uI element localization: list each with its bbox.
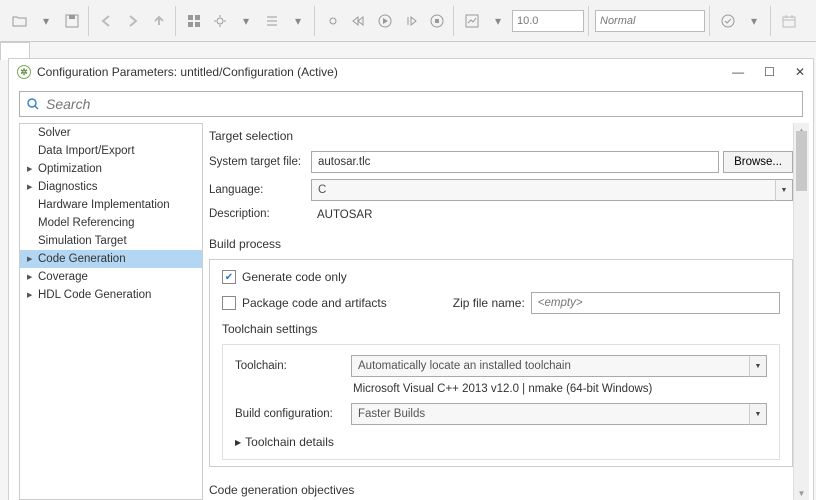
folder-open-icon[interactable]: [8, 9, 32, 33]
up-icon[interactable]: [147, 9, 171, 33]
vertical-scrollbar[interactable]: ▲ ▼: [793, 123, 809, 500]
gear-icon[interactable]: [208, 9, 232, 33]
zip-file-input[interactable]: [531, 292, 780, 314]
dropdown-caret-icon[interactable]: ▾: [486, 9, 510, 33]
nav-diagnostics[interactable]: Diagnostics: [20, 178, 202, 196]
search-box[interactable]: [19, 91, 803, 117]
toolchain-details-toggle[interactable]: ▶ Toolchain details: [235, 435, 767, 449]
stop-time-field[interactable]: 10.0: [512, 10, 584, 32]
chevron-down-icon[interactable]: ▼: [749, 355, 767, 377]
chevron-down-icon[interactable]: ▼: [775, 179, 793, 201]
nav-tree: Solver Data Import/Export Optimization D…: [19, 123, 203, 500]
chart-icon[interactable]: [460, 9, 484, 33]
build-config-select[interactable]: [351, 403, 767, 425]
codegen-objectives-heading: Code generation objectives: [209, 483, 793, 497]
nav-hdl-code-generation[interactable]: HDL Code Generation: [20, 286, 202, 304]
nav-simulation-target[interactable]: Simulation Target: [20, 232, 202, 250]
package-code-checkbox[interactable]: [222, 296, 236, 310]
main-toolbar: ▾ ▾ ▾ ▾ 10.0 Normal ▾: [0, 0, 816, 42]
nav-coverage[interactable]: Coverage: [20, 268, 202, 286]
system-target-input[interactable]: [311, 151, 719, 173]
back-icon[interactable]: [95, 9, 119, 33]
link-icon[interactable]: [321, 9, 345, 33]
play-icon[interactable]: [373, 9, 397, 33]
description-label: Description:: [209, 208, 311, 220]
gear-circle-icon: ✲: [17, 65, 31, 79]
toolchain-settings-box: Toolchain: ▼ Microsoft Visual C++ 2013 v…: [222, 344, 780, 460]
language-select[interactable]: [311, 179, 793, 201]
nav-model-referencing[interactable]: Model Referencing: [20, 214, 202, 232]
save-icon[interactable]: [60, 9, 84, 33]
titlebar: ✲ Configuration Parameters: untitled/Con…: [9, 59, 813, 85]
minimize-button[interactable]: —: [732, 65, 744, 79]
config-panel: Target selection System target file: Bro…: [209, 123, 807, 500]
nav-code-generation[interactable]: Code Generation: [20, 250, 202, 268]
rewind-icon[interactable]: [347, 9, 371, 33]
stop-icon[interactable]: [425, 9, 449, 33]
forward-icon[interactable]: [121, 9, 145, 33]
calendar-icon[interactable]: [777, 9, 801, 33]
package-code-label: Package code and artifacts: [242, 296, 387, 310]
language-label: Language:: [209, 184, 311, 196]
build-config-label: Build configuration:: [235, 408, 351, 420]
window-title: Configuration Parameters: untitled/Confi…: [37, 65, 338, 79]
dropdown-caret-icon[interactable]: ▾: [286, 9, 310, 33]
dropdown-caret-icon[interactable]: ▾: [34, 9, 58, 33]
zip-file-label: Zip file name:: [453, 296, 525, 310]
nav-data-import-export[interactable]: Data Import/Export: [20, 142, 202, 160]
step-icon[interactable]: [399, 9, 423, 33]
scroll-thumb[interactable]: [796, 131, 807, 191]
grid-icon[interactable]: [182, 9, 206, 33]
search-icon: [26, 97, 40, 111]
maximize-button[interactable]: ☐: [764, 65, 775, 79]
nav-hardware-implementation[interactable]: Hardware Implementation: [20, 196, 202, 214]
toolchain-detected-label: Microsoft Visual C++ 2013 v12.0 | nmake …: [235, 383, 767, 395]
list-icon[interactable]: [260, 9, 284, 33]
browse-button[interactable]: Browse...: [723, 151, 793, 173]
toolchain-settings-heading: Toolchain settings: [222, 322, 780, 336]
nav-solver[interactable]: Solver: [20, 124, 202, 142]
simulation-mode-field[interactable]: Normal: [595, 10, 705, 32]
generate-code-only-label: Generate code only: [242, 270, 347, 284]
build-process-heading: Build process: [209, 237, 793, 251]
search-input[interactable]: [46, 96, 796, 112]
generate-code-only-checkbox[interactable]: ✔: [222, 270, 236, 284]
scroll-down-icon[interactable]: ▼: [794, 486, 809, 500]
close-button[interactable]: ✕: [795, 65, 805, 79]
dropdown-caret-icon[interactable]: ▾: [742, 9, 766, 33]
chevron-down-icon[interactable]: ▼: [749, 403, 767, 425]
toolchain-label: Toolchain:: [235, 360, 351, 372]
check-circle-icon[interactable]: [716, 9, 740, 33]
system-target-label: System target file:: [209, 156, 311, 168]
chevron-right-icon: ▶: [235, 438, 241, 447]
toolchain-details-label: Toolchain details: [245, 435, 334, 449]
dropdown-caret-icon[interactable]: ▾: [234, 9, 258, 33]
config-window: ✲ Configuration Parameters: untitled/Con…: [8, 58, 814, 500]
toolchain-select[interactable]: [351, 355, 767, 377]
target-selection-heading: Target selection: [209, 129, 793, 143]
nav-optimization[interactable]: Optimization: [20, 160, 202, 178]
build-process-group: ✔ Generate code only Package code and ar…: [209, 259, 793, 467]
description-value: AUTOSAR: [311, 207, 372, 221]
